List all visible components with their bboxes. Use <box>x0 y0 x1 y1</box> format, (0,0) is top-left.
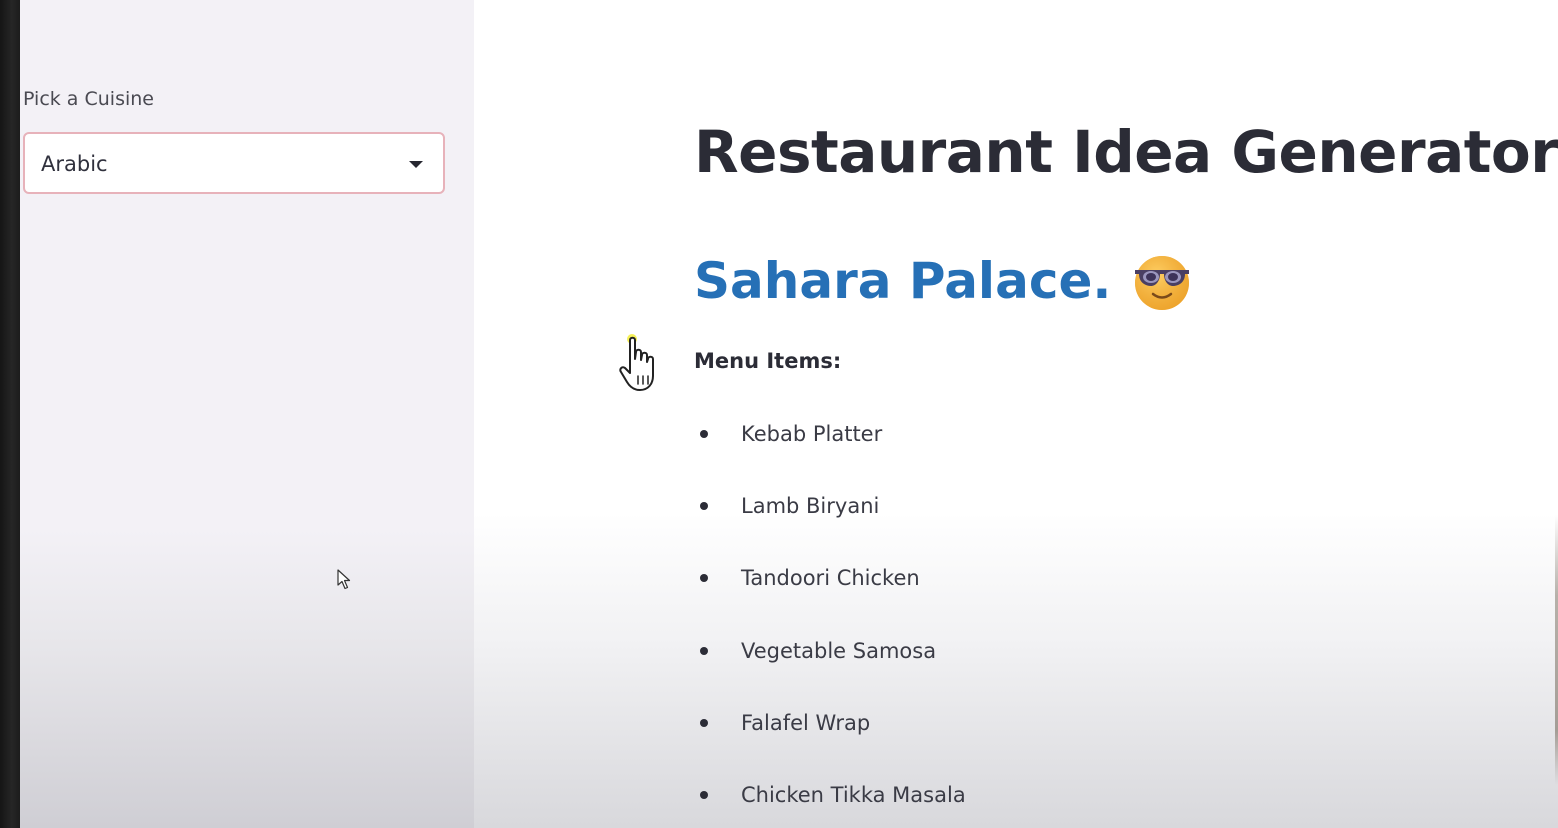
bullet-icon <box>700 574 708 583</box>
bullet-icon <box>700 646 708 655</box>
menu-item-label: Lamb Biryani <box>741 494 880 519</box>
menu-item-label: Kebab Platter <box>741 422 883 446</box>
sidebar: Pick a Cuisine Arabic <box>20 0 474 828</box>
cuisine-select-label: Pick a Cuisine <box>23 88 154 110</box>
bullet-icon <box>700 790 708 799</box>
restaurant-heading: Sahara Palace. <box>694 250 1193 312</box>
smiling-face-with-sunglasses-icon <box>1135 256 1190 310</box>
page-title: Restaurant Idea Generator <box>694 118 1558 186</box>
menu-item-label: Tandoori Chicken <box>741 566 920 591</box>
bullet-icon <box>700 718 708 727</box>
hand-cursor-icon <box>619 334 654 391</box>
bullet-icon <box>700 430 708 438</box>
chevron-down-icon[interactable] <box>409 161 423 168</box>
screen-edge <box>0 0 20 828</box>
menu-item-label: Falafel Wrap <box>741 710 871 735</box>
menu-heading: Menu Items: <box>694 349 842 373</box>
cuisine-select-value: Arabic <box>41 152 108 176</box>
mouse-pointer-icon <box>337 569 351 590</box>
menu-item-label: Chicken Tikka Masala <box>741 782 966 807</box>
main-content: Restaurant Idea Generator Sahara Palace. <box>474 0 1558 828</box>
menu-item-label: Vegetable Samosa <box>741 638 937 663</box>
app-window: Pick a Cuisine Arabic Restaurant Idea Ge… <box>0 0 1558 828</box>
cuisine-select[interactable]: Arabic <box>23 132 445 194</box>
restaurant-name: Sahara Palace. <box>694 252 1112 310</box>
bullet-icon <box>700 502 708 511</box>
